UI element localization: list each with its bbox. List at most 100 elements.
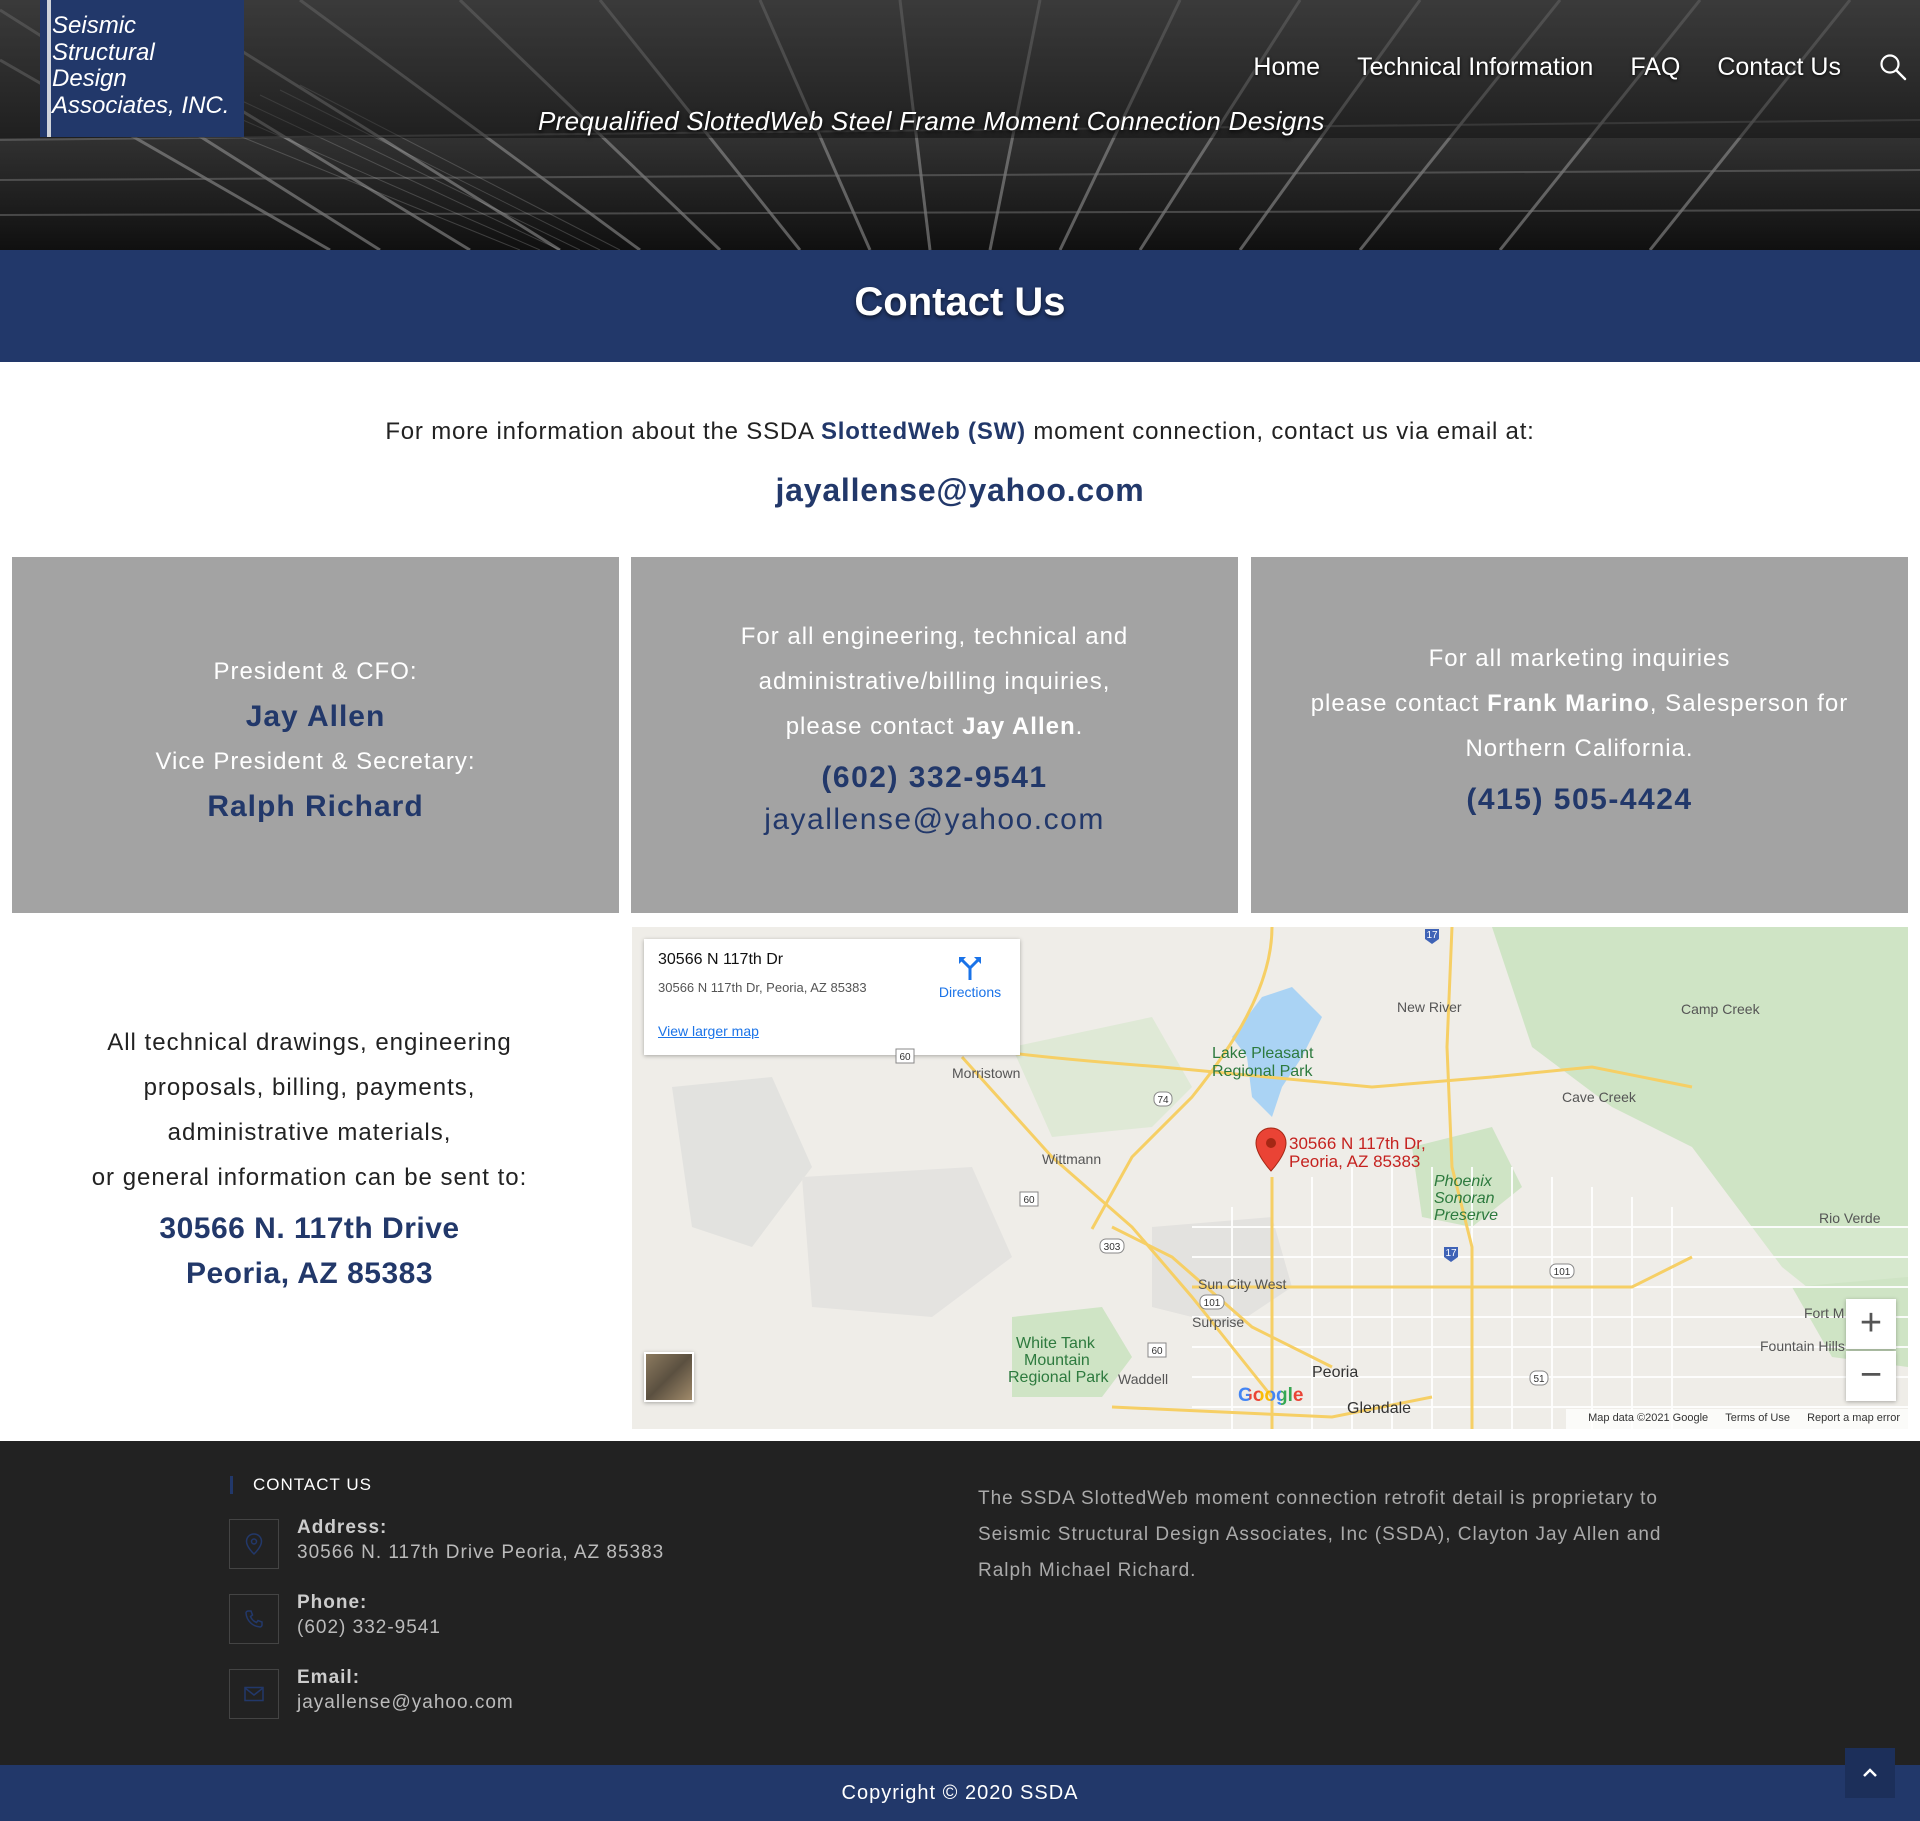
map-attribution: Map data ©2021 Google Terms of Use Repor…: [1566, 1409, 1908, 1429]
map-label-phoenix-2: Sonoran: [1434, 1190, 1495, 1207]
officer-role-1: President & CFO:: [213, 658, 418, 685]
map-marker-icon[interactable]: [1255, 1127, 1287, 1173]
map-label-waddell: Waddell: [1118, 1371, 1169, 1387]
map-label-peoria: Peoria: [1312, 1364, 1359, 1381]
intro-brand: SlottedWeb (SW): [821, 418, 1026, 445]
copyright-text: Copyright © 2020 SSDA: [841, 1782, 1079, 1804]
scroll-to-top-button[interactable]: [1845, 1748, 1895, 1798]
company-logo[interactable]: Seismic Structural Design Associates, IN…: [40, 0, 244, 137]
map-data-credit: Map data ©2021 Google: [1588, 1412, 1709, 1424]
view-larger-map-link[interactable]: View larger map: [658, 1023, 759, 1039]
map-label-camp-creek: Camp Creek: [1681, 1001, 1760, 1017]
map-label-rio-verde: Rio Verde: [1819, 1210, 1881, 1226]
footer-email-value[interactable]: jayallense@yahoo.com: [297, 1692, 514, 1714]
envelope-icon: [229, 1669, 279, 1719]
phone-icon: [229, 1594, 279, 1644]
engineering-line-3: please contact Jay Allen.: [785, 713, 1084, 740]
footer-phone-label: Phone:: [297, 1592, 368, 1613]
logo-line-4: Associates, INC.: [52, 92, 230, 119]
logo-line-2: Structural: [52, 39, 155, 66]
google-map[interactable]: 30566 N 117th Dr 30566 N 117th Dr, Peori…: [632, 927, 1908, 1429]
google-logo: Google: [1238, 1385, 1304, 1406]
map-info-address: 30566 N 117th Dr, Peoria, AZ 85383: [658, 980, 867, 995]
map-label-white-tank-1: White Tank: [1016, 1335, 1095, 1352]
mail-line-4: or general information can be sent to:: [91, 1164, 528, 1191]
intro-email-link[interactable]: jayallense@yahoo.com: [0, 472, 1920, 509]
intro-text: For more information about the SSDA Slot…: [0, 418, 1920, 446]
map-label-phoenix-1: Phoenix: [1434, 1173, 1492, 1190]
mailing-address-block: All technical drawings, engineering prop…: [12, 1020, 607, 1296]
zoom-out-button[interactable]: −: [1846, 1351, 1896, 1401]
marketing-line-3: Northern California.: [1465, 735, 1694, 762]
marketing-line-1: For all marketing inquiries: [1428, 645, 1731, 672]
map-report-error-link[interactable]: Report a map error: [1807, 1412, 1900, 1424]
nav-faq[interactable]: FAQ: [1630, 53, 1680, 82]
engineering-contact-name: Jay Allen: [962, 713, 1076, 740]
map-label-new-river: New River: [1397, 999, 1462, 1015]
footer-email-label: Email:: [297, 1667, 361, 1688]
nav-home[interactable]: Home: [1253, 53, 1320, 82]
main-nav: Home Technical Information FAQ Contact U…: [1253, 52, 1920, 82]
logo-line-1: Seismic: [52, 12, 137, 39]
satellite-view-toggle[interactable]: [644, 1352, 694, 1402]
nav-contact-us[interactable]: Contact Us: [1717, 53, 1841, 82]
mail-line-3: administrative materials,: [167, 1119, 452, 1146]
marketing-line-2: please contact Frank Marino, Salesperson…: [1310, 690, 1849, 717]
footer-about-text: The SSDA SlottedWeb moment connection re…: [978, 1488, 1662, 1581]
engineering-line-1: For all engineering, technical and: [740, 623, 1129, 650]
officers-card: President & CFO: Jay Allen Vice Presiden…: [12, 557, 619, 913]
map-label-fort-m: Fort M: [1804, 1305, 1845, 1321]
logo-accent-bar: [47, 0, 51, 137]
footer-phone-value[interactable]: (602) 332-9541: [297, 1617, 441, 1639]
logo-line-3: Design: [52, 65, 127, 92]
officer-name-2: Ralph Richard: [207, 790, 424, 823]
map-terms-link[interactable]: Terms of Use: [1725, 1412, 1790, 1424]
map-label-glendale: Glendale: [1347, 1400, 1412, 1417]
chevron-up-icon: [1863, 1768, 1877, 1777]
site-footer: CONTACT US Address: 30566 N. 117th Drive…: [0, 1441, 1920, 1765]
page-title: Contact Us: [854, 280, 1066, 324]
officer-role-2: Vice President & Secretary:: [155, 748, 476, 775]
nav-technical-information[interactable]: Technical Information: [1357, 53, 1593, 82]
map-info-box: 30566 N 117th Dr 30566 N 117th Dr, Peori…: [644, 939, 1020, 1055]
map-label-white-tank-3: Regional Park: [1008, 1369, 1109, 1386]
map-label-lake-pleasant-1: Lake Pleasant: [1212, 1045, 1314, 1062]
map-label-cave-creek: Cave Creek: [1562, 1089, 1636, 1105]
directions-icon: [959, 957, 981, 980]
mail-line-2: proposals, billing, payments,: [143, 1074, 476, 1101]
marketing-card: For all marketing inquiries please conta…: [1251, 557, 1908, 913]
page-title-bar: Contact Us: [0, 250, 1920, 362]
map-label-white-tank-2: Mountain: [1024, 1352, 1090, 1369]
directions-label: Directions: [938, 984, 1002, 1000]
map-label-wittmann: Wittmann: [1042, 1151, 1102, 1167]
engineering-line-2: administrative/billing inquiries,: [758, 668, 1111, 695]
mail-address-2: Peoria, AZ 85383: [185, 1257, 434, 1290]
map-label-surprise: Surprise: [1192, 1314, 1245, 1330]
location-pin-icon: [229, 1519, 279, 1569]
map-label-sun-city-west: Sun City West: [1198, 1276, 1287, 1292]
map-label-lake-pleasant-2: Regional Park: [1212, 1063, 1313, 1080]
site-tagline: Prequalified SlottedWeb Steel Frame Mome…: [538, 106, 1325, 136]
marketing-phone[interactable]: (415) 505-4424: [1251, 779, 1908, 821]
hero-header: Seismic Structural Design Associates, IN…: [0, 0, 1920, 250]
mail-address-1: 30566 N. 117th Drive: [159, 1212, 460, 1245]
engineering-card: For all engineering, technical and admin…: [631, 557, 1238, 913]
intro-suffix: moment connection, contact us via email …: [1025, 418, 1535, 445]
footer-address-value: 30566 N. 117th Drive Peoria, AZ 85383: [297, 1542, 665, 1563]
map-marker-label-2: Peoria, AZ 85383: [1289, 1152, 1421, 1171]
footer-heading: CONTACT US: [230, 1476, 372, 1494]
search-icon[interactable]: [1878, 52, 1908, 82]
map-marker-label-1: 30566 N 117th Dr,: [1289, 1134, 1426, 1153]
map-info-title: 30566 N 117th Dr: [658, 951, 784, 968]
map-label-fountain-hills: Fountain Hills: [1760, 1338, 1845, 1354]
engineering-phone[interactable]: (602) 332-9541: [631, 757, 1238, 799]
engineering-email[interactable]: jayallense@yahoo.com: [631, 799, 1238, 841]
zoom-in-button[interactable]: +: [1846, 1299, 1896, 1349]
directions-button[interactable]: Directions: [934, 955, 1006, 1000]
intro-prefix: For more information about the SSDA: [385, 418, 821, 445]
map-label-morristown: Morristown: [952, 1065, 1021, 1081]
map-label-phoenix-3: Preserve: [1434, 1207, 1499, 1224]
copyright-bar: Copyright © 2020 SSDA: [0, 1765, 1920, 1821]
officer-name-1: Jay Allen: [245, 700, 386, 733]
marketing-contact-name: Frank Marino: [1487, 690, 1650, 717]
